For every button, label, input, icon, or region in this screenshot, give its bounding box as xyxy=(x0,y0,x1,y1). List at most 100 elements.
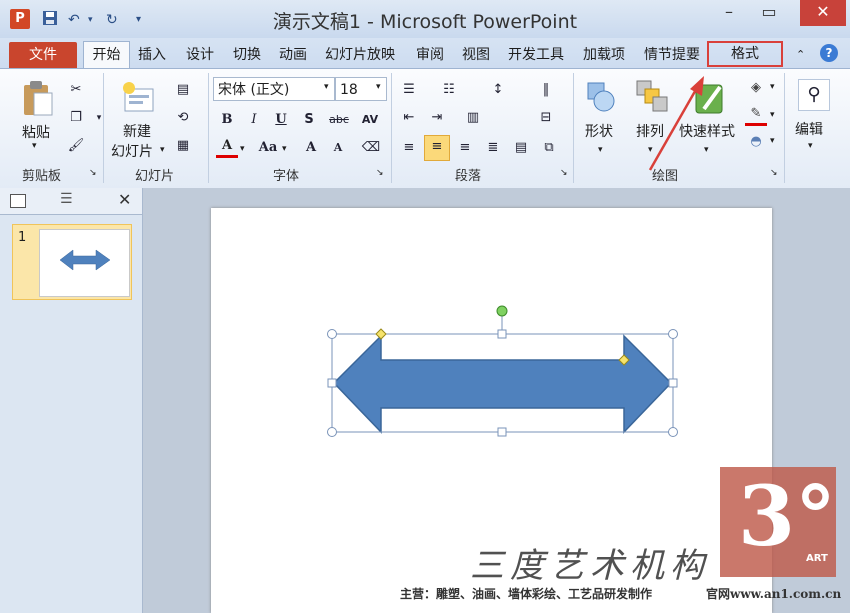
font-name-dropdown-icon[interactable]: ▾ xyxy=(324,82,329,92)
bullets-icon[interactable]: ☰ xyxy=(398,79,420,101)
shape-fill-dropdown-icon[interactable]: ▾ xyxy=(770,82,775,92)
resize-handle-tr[interactable] xyxy=(668,329,678,339)
layout-icon[interactable]: ▤ xyxy=(172,79,194,101)
slide-thumbnail[interactable]: 1 xyxy=(12,224,132,300)
italic-button[interactable]: I xyxy=(243,109,265,131)
align-right-icon[interactable]: ≡ xyxy=(454,137,476,159)
paste-dropdown-icon[interactable]: ▾ xyxy=(32,141,37,151)
distributed-icon[interactable]: ▤ xyxy=(510,137,532,159)
increase-indent-icon[interactable]: ⇥ xyxy=(426,107,448,129)
editing-dropdown-icon[interactable]: ▾ xyxy=(808,141,813,151)
resize-handle-top[interactable] xyxy=(497,329,507,339)
shape-outline-dropdown-icon[interactable]: ▾ xyxy=(770,110,775,120)
tab-insert[interactable]: 插入 xyxy=(138,44,166,66)
drawing-launcher-icon[interactable]: ↘ xyxy=(770,168,778,178)
new-slide-button[interactable]: 新建 xyxy=(123,121,151,141)
clear-formatting-icon[interactable]: ⌫ xyxy=(360,137,382,159)
paragraph-launcher-icon[interactable]: ↘ xyxy=(560,168,568,178)
clipboard-paste-icon[interactable] xyxy=(22,79,54,117)
tab-animations[interactable]: 动画 xyxy=(279,44,307,66)
tab-view[interactable]: 视图 xyxy=(462,44,490,66)
new-slide-label[interactable]: 幻灯片 xyxy=(111,141,153,161)
watermark-logo: 3° ART xyxy=(720,467,836,577)
shrink-font-button[interactable]: A xyxy=(327,137,349,159)
decrease-indent-icon[interactable]: ⇤ xyxy=(398,107,420,129)
slide-number: 1 xyxy=(18,230,27,245)
resize-handle-br[interactable] xyxy=(668,427,678,437)
shapes-button[interactable]: 形状 xyxy=(585,121,613,141)
help-icon[interactable]: ? xyxy=(820,44,838,62)
text-direction-icon[interactable]: ‖ xyxy=(535,79,557,101)
columns-icon[interactable]: ▥ xyxy=(462,107,484,129)
shape-effects-icon[interactable]: ◓ xyxy=(745,131,767,153)
new-slide-dropdown-icon[interactable]: ▾ xyxy=(160,145,165,155)
grow-font-button[interactable]: A xyxy=(300,137,322,159)
tab-addins[interactable]: 加载项 xyxy=(583,44,625,66)
shapes-dropdown-icon[interactable]: ▾ xyxy=(598,145,603,155)
tab-file[interactable]: 文件 xyxy=(9,42,77,68)
slides-pane: ☰ ✕ 1 xyxy=(0,188,143,613)
align-center-icon[interactable]: ≡ xyxy=(424,135,450,161)
tab-developer[interactable]: 开发工具 xyxy=(508,44,564,66)
line-spacing-icon[interactable]: ↕ xyxy=(487,79,509,101)
tab-transitions[interactable]: 切换 xyxy=(233,44,261,66)
slides-tab-icon[interactable] xyxy=(10,194,26,208)
minimize-icon[interactable]: – xyxy=(714,0,744,26)
new-slide-icon[interactable] xyxy=(121,81,155,115)
collapse-ribbon-icon[interactable]: ⌃ xyxy=(796,44,805,66)
ribbon-tabs: 文件 开始 插入 设计 切换 动画 幻灯片放映 审阅 视图 开发工具 加载项 情… xyxy=(0,38,850,69)
cut-icon[interactable]: ✂ xyxy=(65,79,87,101)
format-painter-icon[interactable]: 🖌 xyxy=(65,135,87,157)
font-color-dropdown-icon[interactable]: ▾ xyxy=(240,144,245,154)
strikethrough-button[interactable]: abc xyxy=(325,109,353,131)
align-left-icon[interactable]: ≡ xyxy=(398,137,420,159)
tab-slideshow[interactable]: 幻灯片放映 xyxy=(325,44,395,66)
shape-effects-dropdown-icon[interactable]: ▾ xyxy=(770,136,775,146)
copy-icon[interactable]: ❐ xyxy=(65,107,87,129)
slides-group-label: 幻灯片 xyxy=(135,169,175,184)
align-text-icon[interactable]: ⊟ xyxy=(535,107,557,129)
resize-handle-tl[interactable] xyxy=(327,329,337,339)
numbering-icon[interactable]: ☷ xyxy=(438,79,460,101)
adjust-handle[interactable] xyxy=(375,328,387,340)
change-case-button[interactable]: Aa xyxy=(254,137,282,159)
tab-format[interactable]: 格式 xyxy=(707,41,783,67)
shape-fill-icon[interactable]: ◈ xyxy=(745,77,767,99)
shadow-button[interactable]: S xyxy=(298,109,320,131)
clipboard-launcher-icon[interactable]: ↘ xyxy=(89,168,97,178)
font-name-select[interactable]: 宋体 (正文) xyxy=(213,77,335,101)
group-divider xyxy=(208,73,209,183)
reset-icon[interactable]: ⟲ xyxy=(172,107,194,129)
font-launcher-icon[interactable]: ↘ xyxy=(376,168,384,178)
shapes-icon[interactable] xyxy=(586,81,616,113)
tab-storyboard[interactable]: 情节提要 xyxy=(644,44,700,66)
paste-button[interactable]: 粘贴 xyxy=(22,122,50,142)
resize-handle-bottom[interactable] xyxy=(497,427,507,437)
outline-tab-icon[interactable]: ☰ xyxy=(60,191,73,207)
watermark-footer: 主营：雕塑、油画、墙体彩绘、工艺品研发制作 xyxy=(400,587,653,601)
resize-handle-bl[interactable] xyxy=(327,427,337,437)
find-icon[interactable]: ⚲ xyxy=(798,79,830,111)
editing-button[interactable]: 编辑 xyxy=(795,119,823,139)
change-case-dropdown-icon[interactable]: ▾ xyxy=(282,144,287,154)
resize-handle-left[interactable] xyxy=(327,378,337,388)
rotation-handle[interactable] xyxy=(496,305,508,317)
maximize-icon[interactable]: ▭ xyxy=(754,0,784,26)
tab-review[interactable]: 审阅 xyxy=(416,44,444,66)
font-color-button[interactable]: A xyxy=(216,137,238,158)
close-icon[interactable]: ✕ xyxy=(800,0,846,26)
close-pane-icon[interactable]: ✕ xyxy=(118,190,131,209)
copy-dropdown-icon[interactable]: ▾ xyxy=(88,107,110,129)
bold-button[interactable]: B xyxy=(216,109,238,131)
resize-handle-right[interactable] xyxy=(668,378,678,388)
section-icon[interactable]: ▦ xyxy=(172,135,194,157)
tab-design[interactable]: 设计 xyxy=(186,44,214,66)
smartart-icon[interactable]: ⧉ xyxy=(538,137,560,159)
character-spacing-button[interactable]: AV xyxy=(356,109,384,131)
underline-button[interactable]: U xyxy=(270,109,292,131)
slide-thumbnail-canvas xyxy=(39,229,130,297)
justify-icon[interactable]: ≣ xyxy=(482,137,504,159)
font-size-dropdown-icon[interactable]: ▾ xyxy=(376,82,381,92)
shape-outline-icon[interactable]: ✎ xyxy=(745,105,767,126)
tab-home[interactable]: 开始 xyxy=(83,41,130,69)
